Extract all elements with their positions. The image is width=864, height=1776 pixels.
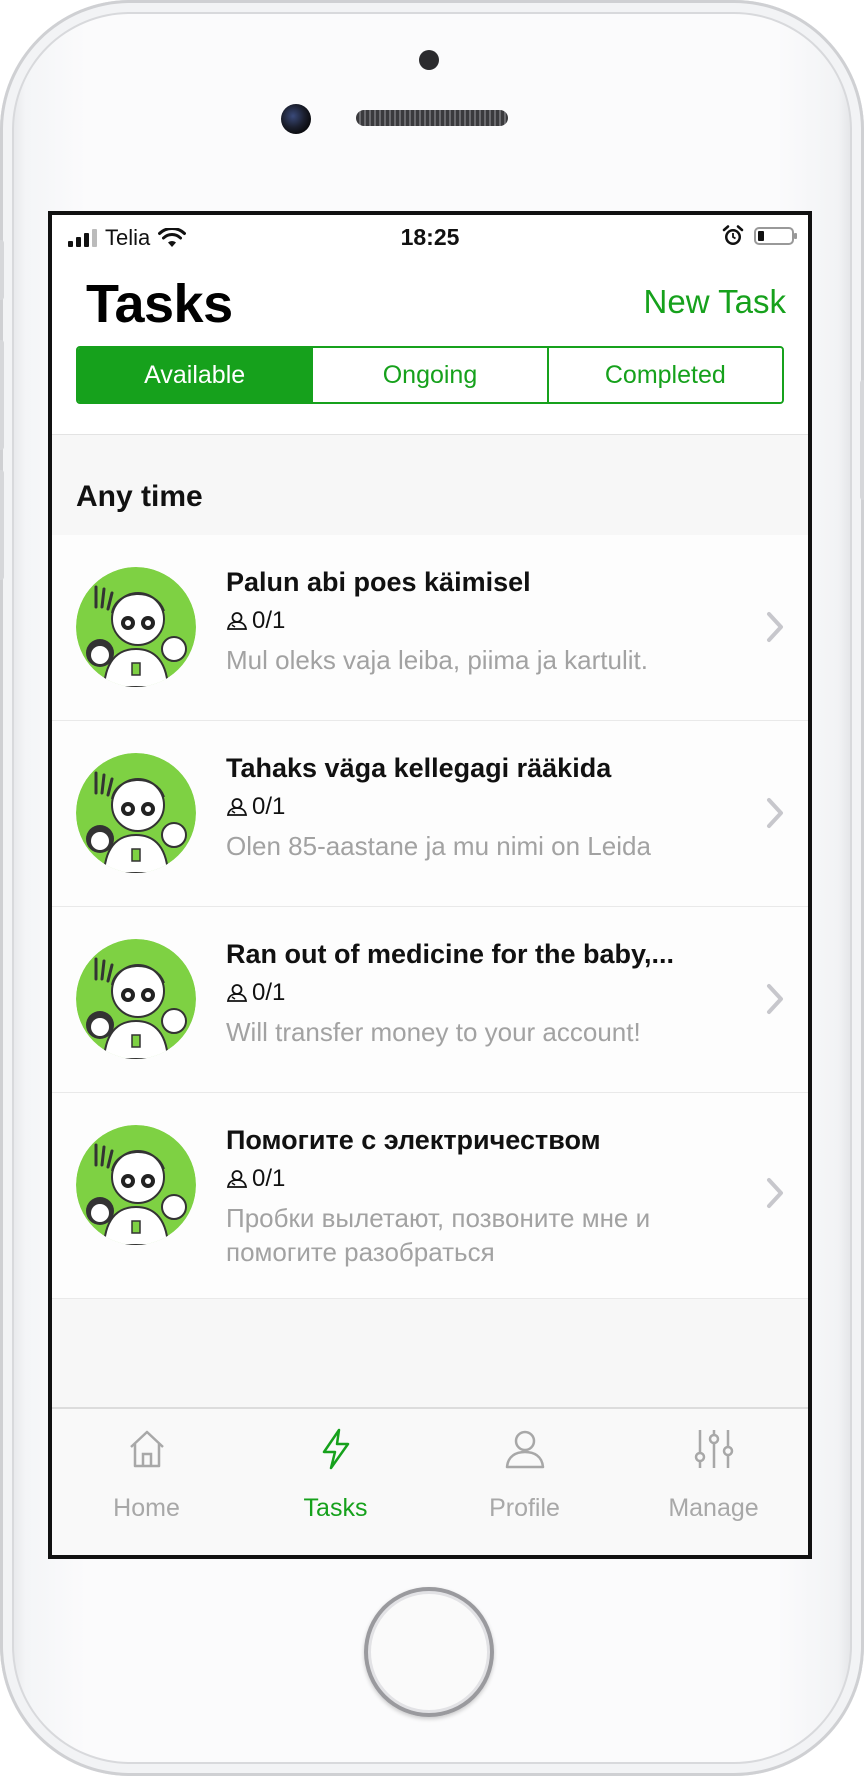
task-participants: 0/1 — [226, 979, 285, 1007]
task-title: Palun abi poes käimisel — [226, 567, 531, 597]
app-screen: Telia 18:25 Tasks New Task Available Ong… — [52, 215, 808, 1555]
task-list: Palun abi poes käimisel 0/1 Mul oleks va… — [52, 535, 808, 1299]
tab-label: Manage — [668, 1494, 759, 1522]
mute-switch — [0, 240, 4, 300]
task-title: Ran out of medicine for the baby,... — [226, 939, 675, 969]
tab-home[interactable]: Home — [52, 1409, 241, 1555]
tab-label: Profile — [489, 1494, 560, 1522]
chevron-right-icon — [767, 798, 783, 828]
task-row[interactable]: Palun abi poes käimisel 0/1 Mul oleks va… — [52, 535, 808, 721]
tab-profile[interactable]: Profile — [430, 1409, 619, 1555]
alarm-icon — [722, 225, 744, 245]
task-filter-segmented-control: Available Ongoing Completed — [76, 346, 784, 404]
avatar — [76, 753, 196, 873]
battery-icon — [754, 227, 797, 245]
task-row[interactable]: Помогите с электричеством 0/1 Пробки выл… — [52, 1093, 808, 1299]
task-row[interactable]: Tahaks väga kellegagi rääkida 0/1 Olen 8… — [52, 721, 808, 907]
avatar — [76, 567, 196, 687]
participant-icon — [226, 612, 248, 630]
avatar — [76, 1125, 196, 1245]
tab-manage[interactable]: Manage — [619, 1409, 808, 1555]
task-title: Помогите с электричеством — [226, 1125, 601, 1155]
participant-icon — [226, 984, 248, 1002]
task-count: 0/1 — [252, 979, 286, 1006]
new-task-button[interactable]: New Task — [644, 283, 786, 321]
task-description: Will transfer money to your account! — [226, 1017, 641, 1047]
power-button — [860, 380, 864, 500]
earpiece-speaker — [356, 110, 508, 126]
participant-icon — [226, 1170, 248, 1188]
chevron-right-icon — [767, 984, 783, 1014]
segment-available[interactable]: Available — [78, 348, 312, 402]
task-title: Tahaks väga kellegagi rääkida — [226, 753, 612, 783]
task-description: Mul oleks vaja leiba, piima ja kartulit. — [226, 645, 648, 675]
segment-completed[interactable]: Completed — [546, 348, 782, 402]
segment-ongoing[interactable]: Ongoing — [311, 348, 547, 402]
lightning-icon — [322, 1428, 349, 1470]
volume-down-button — [0, 470, 4, 580]
task-participants: 0/1 — [226, 1165, 285, 1193]
home-icon — [129, 1430, 164, 1468]
avatar — [76, 939, 196, 1059]
task-count: 0/1 — [252, 793, 286, 820]
home-button[interactable] — [364, 1587, 494, 1717]
tab-label: Home — [113, 1494, 180, 1522]
profile-icon — [505, 1430, 544, 1469]
chevron-right-icon — [767, 1178, 783, 1208]
task-description: Olen 85-aastane ja mu nimi on Leida — [226, 831, 651, 861]
tab-label: Tasks — [303, 1494, 368, 1522]
page-title: Tasks — [86, 274, 233, 334]
proximity-sensor — [419, 50, 439, 70]
tab-bar: Home Tasks Profile Manage — [52, 1407, 808, 1555]
phone-frame: Telia 18:25 Tasks New Task Available Ong… — [0, 0, 864, 1776]
chevron-right-icon — [767, 612, 783, 642]
status-bar: Telia 18:25 — [52, 215, 808, 259]
front-camera — [281, 104, 311, 134]
section-title: Any time — [76, 480, 203, 513]
task-participants: 0/1 — [226, 793, 285, 821]
task-description: Пробки вылетают, позвоните мне и помогит… — [226, 1203, 651, 1267]
clock: 18:25 — [400, 224, 460, 250]
task-count: 0/1 — [252, 607, 286, 634]
task-row[interactable]: Ran out of medicine for the baby,... 0/1… — [52, 907, 808, 1093]
sliders-icon — [694, 1430, 733, 1468]
volume-up-button — [0, 340, 4, 450]
participant-icon — [226, 798, 248, 816]
tasks-header: Tasks New Task Available Ongoing Complet… — [52, 259, 808, 435]
task-count: 0/1 — [252, 1165, 286, 1192]
tab-tasks[interactable]: Tasks — [241, 1409, 430, 1555]
task-participants: 0/1 — [226, 607, 285, 635]
